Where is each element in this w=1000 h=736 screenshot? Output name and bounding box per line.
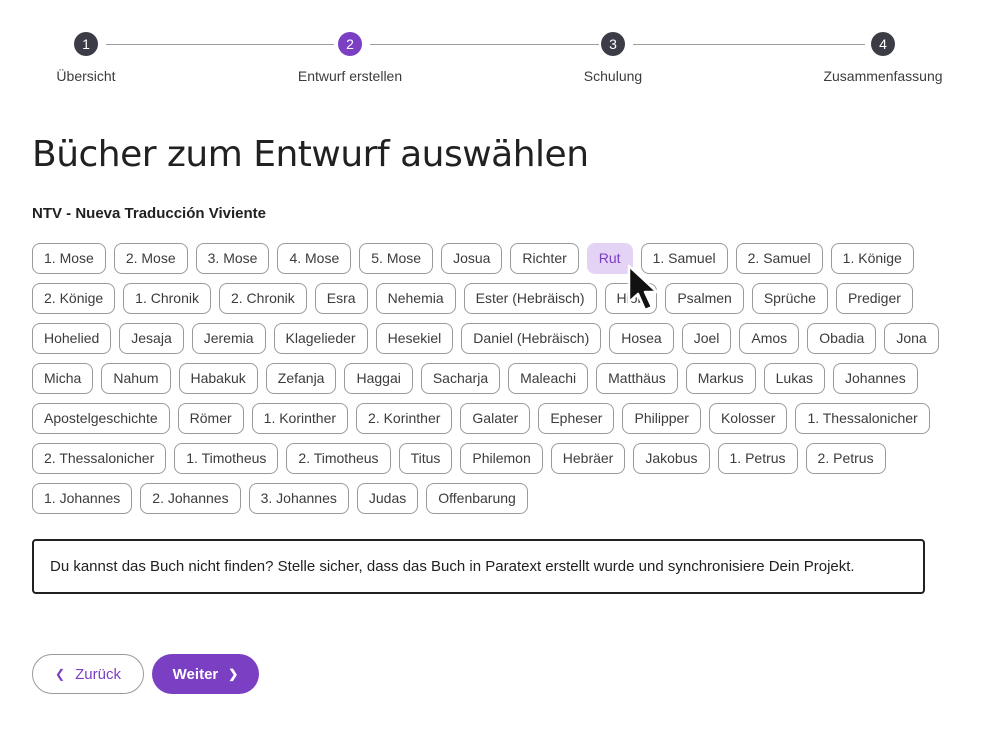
next-button-label: Weiter [172,665,219,683]
book-chip[interactable]: Haggai [344,363,413,394]
book-chip[interactable]: 1. Timotheus [174,443,279,474]
book-chip[interactable]: Klagelieder [273,323,368,354]
step-number: 1 [74,32,98,56]
step-label: Entwurf erstellen [297,68,403,84]
book-chip[interactable]: Johannes [833,363,918,394]
book-chip[interactable]: Nahum [101,363,171,394]
book-chip[interactable]: Matthäus [596,363,678,394]
book-chip[interactable]: Rut [586,243,633,274]
book-chip[interactable]: Epheser [538,403,615,434]
book-chip[interactable]: Maleachi [508,363,589,394]
book-chip[interactable]: 1. Samuel [640,243,728,274]
step-summary: 4 Zusammenfassung [813,32,953,84]
step-training: 3 Schulung [573,32,653,84]
book-chip[interactable]: Richter [510,243,579,274]
book-chip[interactable]: Titus [398,443,453,474]
book-chip[interactable]: 3. Johannes [248,483,349,514]
stepper: 1 Übersicht 2 Entwurf erstellen 3 Schulu… [0,0,1000,100]
book-chip[interactable]: 3. Mose [195,243,270,274]
book-chip[interactable]: 1. Thessalonicher [795,403,930,434]
book-chip[interactable]: Sacharja [420,363,501,394]
book-chip[interactable]: Hosea [609,323,674,354]
book-chip[interactable]: Judas [356,483,419,514]
step-label: Übersicht [56,68,116,84]
book-chip[interactable]: Hiob [604,283,658,314]
book-chip[interactable]: Galater [460,403,531,434]
book-chip[interactable]: 2. Chronik [218,283,307,314]
book-chip[interactable]: Obadia [807,323,877,354]
book-chip[interactable]: 1. Mose [32,243,106,274]
book-chip-list: 1. Mose 2. Mose 3. Mose 4. Mose 5. Mose Josua… [32,243,962,514]
book-chip[interactable]: Prediger [835,283,913,314]
step-number: 2 [338,32,362,56]
back-button-label: Zurück [75,665,121,683]
book-chip[interactable]: 4. Mose [277,243,352,274]
book-chip[interactable]: Hesekiel [375,323,454,354]
book-chip[interactable]: Philipper [622,403,701,434]
book-chip[interactable]: 2. Petrus [805,443,886,474]
book-chip[interactable]: Jona [884,323,939,354]
step-number: 4 [871,32,895,56]
book-chip[interactable]: Lukas [763,363,825,394]
book-chip[interactable]: Sprüche [751,283,828,314]
book-chip[interactable]: 2. Mose [113,243,188,274]
page-title: Bücher zum Entwurf auswählen [32,134,589,175]
book-chip[interactable]: 1. Johannes [32,483,133,514]
chevron-right-icon: ❯ [228,667,239,681]
book-chip[interactable]: Zefanja [265,363,337,394]
book-chip[interactable]: 2. Korinther [356,403,453,434]
book-chip[interactable]: 1. Könige [830,243,914,274]
book-chip[interactable]: Jesaja [119,323,184,354]
step-number: 3 [601,32,625,56]
step-draft: 2 Entwurf erstellen [280,32,420,84]
book-chip[interactable]: Joel [681,323,732,354]
book-chip[interactable]: Offenbarung [426,483,528,514]
book-chip[interactable]: Philemon [460,443,543,474]
book-chip[interactable]: Hebräer [550,443,626,474]
step-label: Schulung [583,68,643,84]
book-chip[interactable]: 2. Timotheus [286,443,391,474]
book-chip[interactable]: 2. Könige [32,283,116,314]
book-chip[interactable]: Psalmen [665,283,744,314]
book-chip[interactable]: 1. Petrus [717,443,798,474]
book-chip[interactable]: Apostelgeschichte [32,403,170,434]
book-chip[interactable]: 1. Chronik [123,283,211,314]
chevron-left-icon: ❮ [55,667,66,681]
book-chip[interactable]: 2. Johannes [140,483,241,514]
book-chip[interactable]: Habakuk [178,363,258,394]
book-chip[interactable]: Römer [177,403,244,434]
next-button[interactable]: Weiter ❯ [152,654,259,694]
book-chip[interactable]: Kolosser [708,403,788,434]
book-chip[interactable]: 2. Samuel [735,243,823,274]
back-button[interactable]: ❮ Zurück [32,654,144,694]
book-chip[interactable]: Markus [685,363,756,394]
book-chip[interactable]: Josua [441,243,503,274]
info-message: Du kannst das Buch nicht finden? Stelle … [32,539,925,594]
book-chip[interactable]: Esra [314,283,368,314]
book-chip[interactable]: 5. Mose [359,243,434,274]
step-overview: 1 Übersicht [44,32,128,84]
step-label: Zusammenfassung [823,68,943,84]
book-chip[interactable]: Micha [32,363,94,394]
book-chip[interactable]: 1. Korinther [251,403,349,434]
project-name: NTV - Nueva Traducción Viviente [32,205,266,222]
book-chip[interactable]: Hohelied [32,323,112,354]
book-chip[interactable]: Nehemia [375,283,456,314]
book-chip[interactable]: Amos [739,323,800,354]
book-chip[interactable]: 2. Thessalonicher [32,443,167,474]
book-chip[interactable]: Jeremia [191,323,266,354]
book-chip[interactable]: Daniel (Hebräisch) [461,323,602,354]
book-chip[interactable]: Ester (Hebräisch) [463,283,597,314]
book-chip[interactable]: Jakobus [633,443,710,474]
